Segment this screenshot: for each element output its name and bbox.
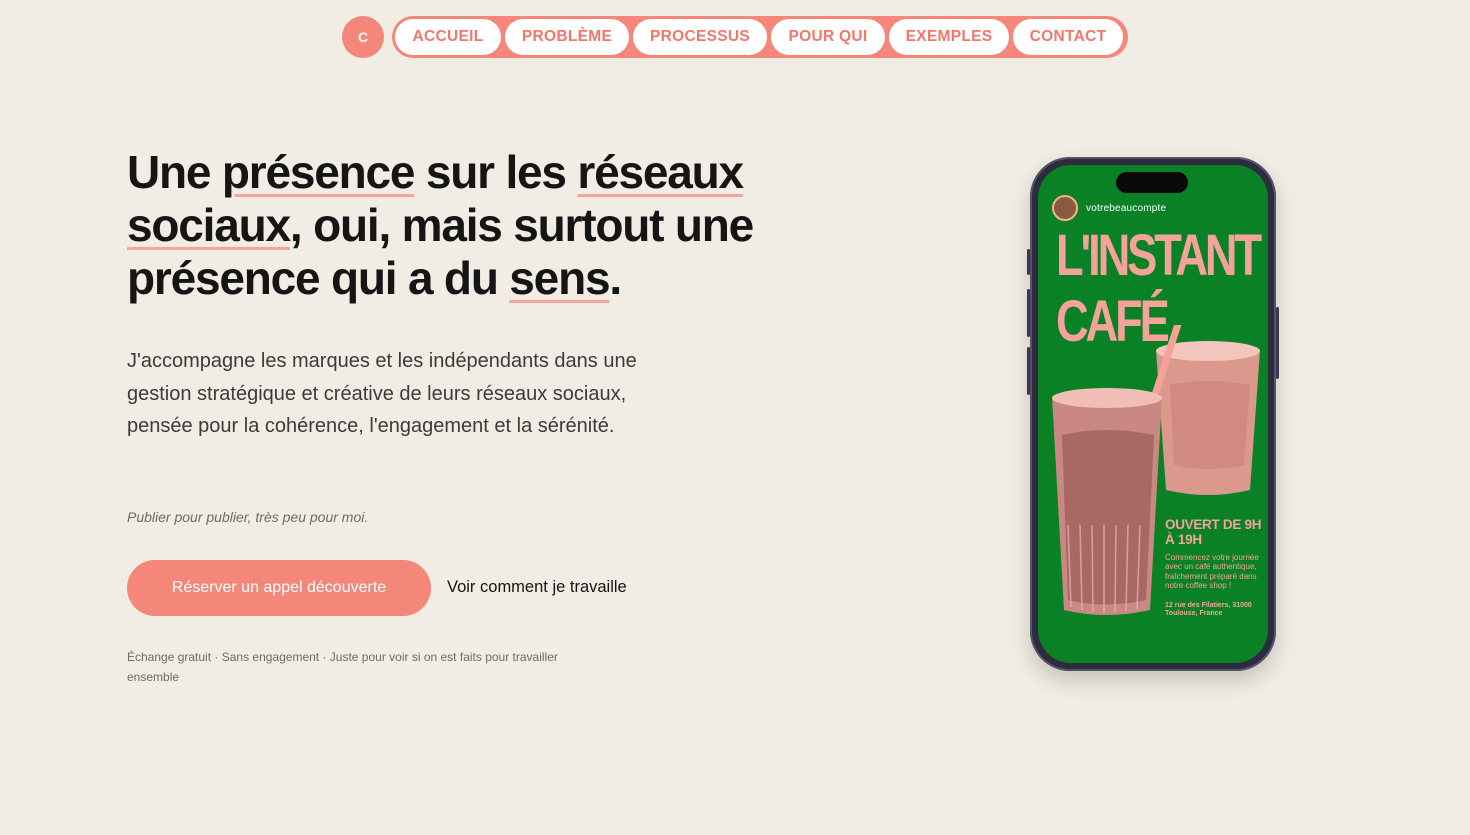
dynamic-island (1116, 172, 1188, 193)
nav-item-accueil[interactable]: ACCUEIL (395, 19, 501, 55)
hero-headline: Une présence sur les réseaux sociaux, ou… (127, 146, 827, 305)
see-how-i-work-link[interactable]: Voir comment je travaille (447, 578, 627, 597)
nav-item-pour-qui[interactable]: POUR QUI (771, 19, 885, 55)
cta-fineprint: Échange gratuit · Sans engagement · Just… (127, 650, 558, 684)
phone-screen: votrebeaucompte L'INSTANT CAFÉ OUVERT DE… (1038, 165, 1268, 663)
post-address: 12 rue des Filatiers, 31000 Toulouse, Fr… (1165, 602, 1252, 618)
book-call-button[interactable]: Réserver un appel découverte (127, 560, 431, 616)
post-username: votrebeaucompte (1086, 203, 1167, 214)
post-promo-text: Commencez votre journée avec un café aut… (1165, 553, 1259, 591)
nav-item-probleme[interactable]: PROBLÈME (505, 19, 629, 55)
headline-text: Une (127, 146, 222, 198)
phone-side-button (1027, 347, 1030, 395)
main-nav: ACCUEIL PROBLÈME PROCESSUS POUR QUI EXEM… (392, 16, 1128, 58)
back-glass-image (1156, 341, 1260, 495)
phone-side-button (1027, 289, 1030, 337)
front-glass-image (1052, 388, 1162, 615)
nav-item-exemples[interactable]: EXEMPLES (889, 19, 1009, 55)
avatar (1052, 195, 1078, 221)
post-hours: OUVERT DE 9H À 19H (1165, 517, 1262, 547)
headline-highlight-sens: sens (509, 252, 610, 304)
nav-item-processus[interactable]: PROCESSUS (633, 19, 767, 55)
phone-mockup: votrebeaucompte L'INSTANT CAFÉ OUVERT DE… (1027, 157, 1279, 671)
headline-text: . (609, 252, 622, 304)
hero-tagline: Publier pour publier, très peu pour moi. (127, 509, 369, 525)
post-title-line-1: L'INSTANT (1056, 223, 1262, 288)
headline-text: sur les (414, 146, 578, 198)
hero-intro: J'accompagne les marques et les indépend… (127, 350, 637, 438)
phone-side-button (1276, 307, 1279, 379)
nav-item-contact[interactable]: CONTACT (1013, 19, 1123, 55)
logo[interactable]: C (342, 16, 384, 58)
phone-side-button (1027, 249, 1030, 275)
headline-highlight-presence: présence (221, 146, 416, 198)
